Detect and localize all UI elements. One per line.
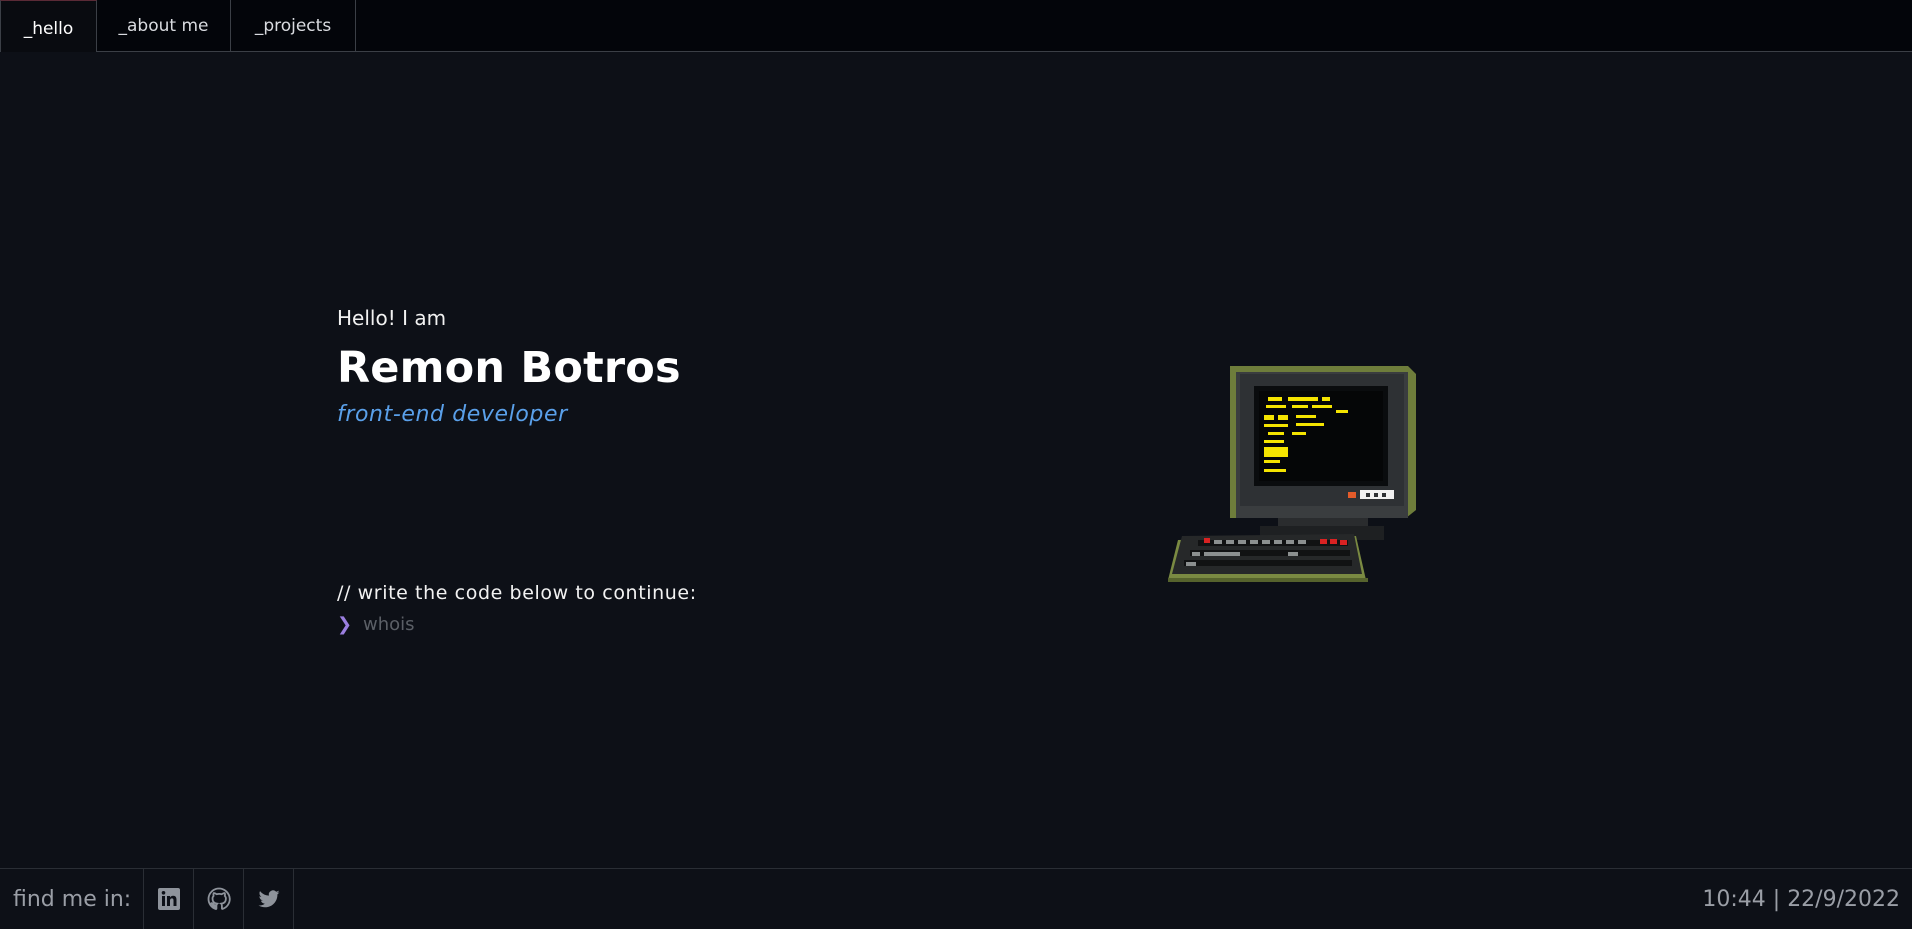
github-icon bbox=[207, 887, 231, 910]
prompt-chevron-icon: ❯ bbox=[337, 613, 353, 635]
command-prompt: ❯ bbox=[337, 610, 683, 638]
greeting-text: Hello! I am bbox=[337, 306, 447, 330]
code-instruction-comment: // write the code below to continue: bbox=[337, 582, 697, 604]
developer-name: Remon Botros bbox=[337, 343, 681, 393]
tab-about-me[interactable]: _about me bbox=[97, 0, 231, 52]
tab-hello[interactable]: _hello bbox=[0, 0, 97, 52]
developer-role: front-end developer bbox=[337, 402, 568, 427]
twitter-link[interactable] bbox=[244, 869, 295, 929]
tab-projects[interactable]: _projects bbox=[231, 0, 356, 52]
footer: find me in: 10:44 | 22/9/2022 bbox=[0, 868, 1912, 929]
twitter-icon bbox=[258, 890, 280, 908]
github-link[interactable] bbox=[194, 869, 245, 929]
datetime-display: 10:44 | 22/9/2022 bbox=[1702, 886, 1900, 912]
command-input[interactable] bbox=[363, 611, 683, 637]
find-me-label: find me in: bbox=[0, 869, 145, 929]
linkedin-icon bbox=[157, 888, 180, 910]
hero-section: Hello! I am Remon Botros front-end devel… bbox=[337, 300, 681, 432]
top-nav: _hello _about me _projects bbox=[0, 0, 1912, 52]
retro-computer-icon bbox=[1168, 366, 1416, 582]
linkedin-link[interactable] bbox=[144, 869, 195, 929]
